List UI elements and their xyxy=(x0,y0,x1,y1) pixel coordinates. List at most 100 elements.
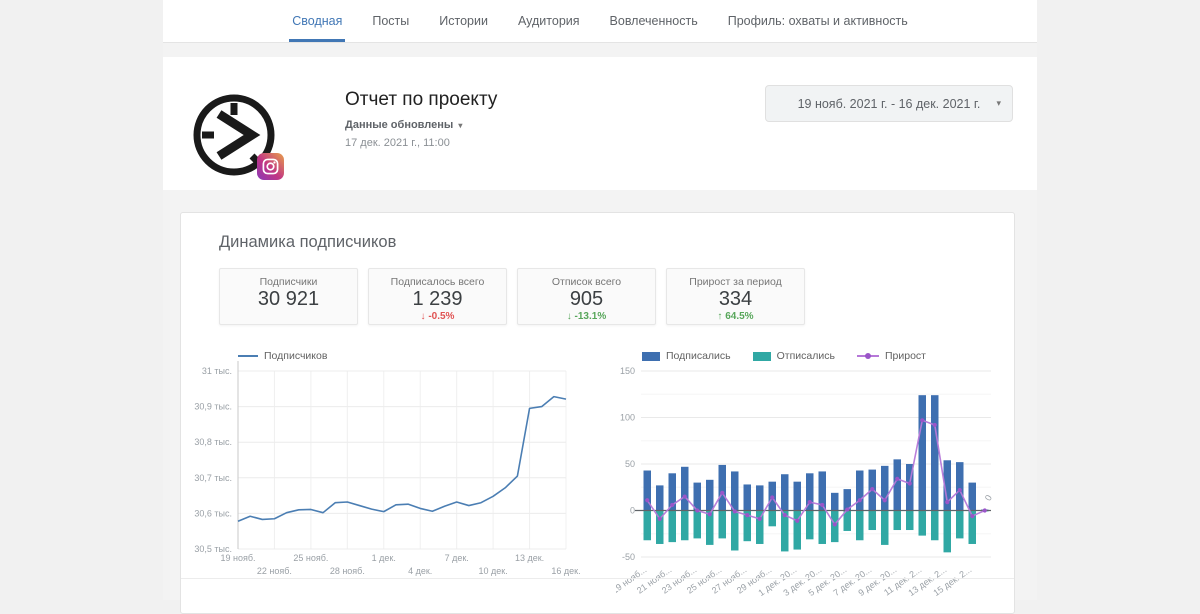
bar-unsubscribed xyxy=(944,511,952,553)
growth-marker xyxy=(783,513,787,517)
growth-marker xyxy=(670,503,674,507)
growth-marker xyxy=(695,508,699,512)
bar-subscribed xyxy=(719,465,727,511)
bar-subscribed xyxy=(931,395,939,510)
x-tick-label: 4 дек. xyxy=(408,566,432,576)
bar-subscribed xyxy=(706,480,714,511)
growth-marker xyxy=(795,519,799,523)
bar-unsubscribed xyxy=(856,511,864,541)
tab-audience[interactable]: Аудитория xyxy=(515,0,583,42)
bar-unsubscribed xyxy=(669,511,677,543)
bar-unsubscribed xyxy=(644,511,652,541)
y-tick-label: 30,5 тыс. xyxy=(194,544,232,554)
growth-marker xyxy=(820,503,824,507)
growth-marker xyxy=(720,491,724,495)
growth-marker xyxy=(745,513,749,517)
y-tick-label: 30,8 тыс. xyxy=(194,437,232,447)
bar-subscribed xyxy=(969,483,977,511)
bar-subscribed xyxy=(731,471,739,510)
metric-value: 30 921 xyxy=(220,288,357,311)
tab-posts[interactable]: Посты xyxy=(369,0,412,42)
date-range-picker[interactable]: 19 нояб. 2021 г. - 16 дек. 2021 г. ▾ xyxy=(765,85,1013,122)
page-title: Отчет по проекту xyxy=(345,89,497,111)
bar-unsubscribed xyxy=(931,511,939,541)
bar-subscribed xyxy=(919,395,927,510)
tab-profile-reach[interactable]: Профиль: охваты и активность xyxy=(725,0,911,42)
tab-summary[interactable]: Сводная xyxy=(289,0,345,42)
bar-unsubscribed xyxy=(919,511,927,536)
data-updated-label: Данные обновлены xyxy=(345,119,453,131)
growth-marker xyxy=(895,477,899,481)
growth-marker xyxy=(658,517,662,521)
x-tick-label: 10 дек. xyxy=(479,566,508,576)
bar-subscribed xyxy=(881,466,889,511)
chevron-down-icon: ▾ xyxy=(996,98,1001,109)
tab-stories[interactable]: Истории xyxy=(436,0,491,42)
growth-marker xyxy=(770,495,774,499)
project-avatar[interactable] xyxy=(190,90,282,182)
growth-marker xyxy=(920,418,924,422)
followers-series-line xyxy=(238,397,566,522)
growth-marker xyxy=(858,498,862,502)
growth-end-value-label: 0 xyxy=(983,493,994,502)
y-tick-label: 30,7 тыс. xyxy=(194,473,232,483)
bar-unsubscribed xyxy=(819,511,827,544)
report-header: Отчет по проекту Данные обновлены ▾ 17 д… xyxy=(163,57,1037,190)
metric-delta: ↓ -0.5% xyxy=(369,311,506,322)
growth-marker xyxy=(883,498,887,502)
bar-subscribed xyxy=(856,471,864,511)
y-tick-label: 30,9 тыс. xyxy=(194,402,232,412)
metric-value: 905 xyxy=(518,288,655,311)
y-tick-label: 50 xyxy=(625,459,635,469)
bar-unsubscribed xyxy=(894,511,902,531)
data-updated-dropdown[interactable]: Данные обновлены ▾ xyxy=(345,119,462,131)
subscriptions-bar-chart: 150100500-5019 нояб...21 нояб...23 нояб.… xyxy=(616,333,1018,601)
metric-label: Подписалось всего xyxy=(369,276,506,288)
x-tick-label: 25 нояб. xyxy=(293,553,328,563)
growth-marker xyxy=(845,507,849,511)
bar-unsubscribed xyxy=(694,511,702,539)
card-section-divider xyxy=(181,578,1014,579)
growth-marker xyxy=(758,517,762,521)
x-tick-label: 1 дек. xyxy=(372,553,396,563)
growth-marker xyxy=(983,508,987,512)
bar-subscribed xyxy=(794,482,802,511)
metric-delta: ↑ 64.5% xyxy=(667,311,804,322)
bar-subscribed xyxy=(781,474,789,510)
x-tick-label: 28 нояб. xyxy=(330,566,365,576)
bar-subscribed xyxy=(956,462,964,510)
bar-unsubscribed xyxy=(956,511,964,539)
bar-subscribed xyxy=(831,493,839,511)
bar-unsubscribed xyxy=(869,511,877,531)
bar-unsubscribed xyxy=(769,511,777,527)
metric-followers: Подписчики 30 921 xyxy=(219,268,358,325)
metric-label: Отписок всего xyxy=(518,276,655,288)
bar-subscribed xyxy=(681,467,689,511)
page: { "nav": { "tabs": [ {"label": "Сводная"… xyxy=(0,0,1200,600)
chevron-down-icon: ▾ xyxy=(458,121,462,130)
y-tick-label: 30,6 тыс. xyxy=(194,508,232,518)
metric-value: 1 239 xyxy=(369,288,506,311)
date-range-value: 19 нояб. 2021 г. - 16 дек. 2021 г. xyxy=(798,97,981,111)
y-tick-label: 150 xyxy=(620,366,635,376)
metric-value: 334 xyxy=(667,288,804,311)
tab-engagement[interactable]: Вовлеченность xyxy=(607,0,701,42)
instagram-badge-icon xyxy=(257,153,284,180)
metric-label: Прирост за период xyxy=(667,276,804,288)
followers-line-chart: 19 нояб.22 нояб.25 нояб.28 нояб.1 дек.4 … xyxy=(186,333,586,601)
bar-unsubscribed xyxy=(681,511,689,541)
bar-subscribed xyxy=(656,485,664,510)
growth-marker xyxy=(645,498,649,502)
followers-dynamics-card: Динамика подписчиков Подписчики 30 921 П… xyxy=(180,212,1015,614)
x-tick-label: 16 дек. xyxy=(551,566,580,576)
growth-marker xyxy=(970,514,974,518)
section-title: Динамика подписчиков xyxy=(219,233,396,252)
y-tick-label: -50 xyxy=(622,552,635,562)
growth-marker xyxy=(733,509,737,513)
growth-marker xyxy=(833,522,837,526)
metric-growth-period: Прирост за период 334 ↑ 64.5% xyxy=(666,268,805,325)
y-tick-label: 0 xyxy=(630,506,635,516)
bar-subscribed xyxy=(756,485,764,510)
bar-subscribed xyxy=(694,483,702,511)
metric-unsubscribed-total: Отписок всего 905 ↓ -13.1% xyxy=(517,268,656,325)
